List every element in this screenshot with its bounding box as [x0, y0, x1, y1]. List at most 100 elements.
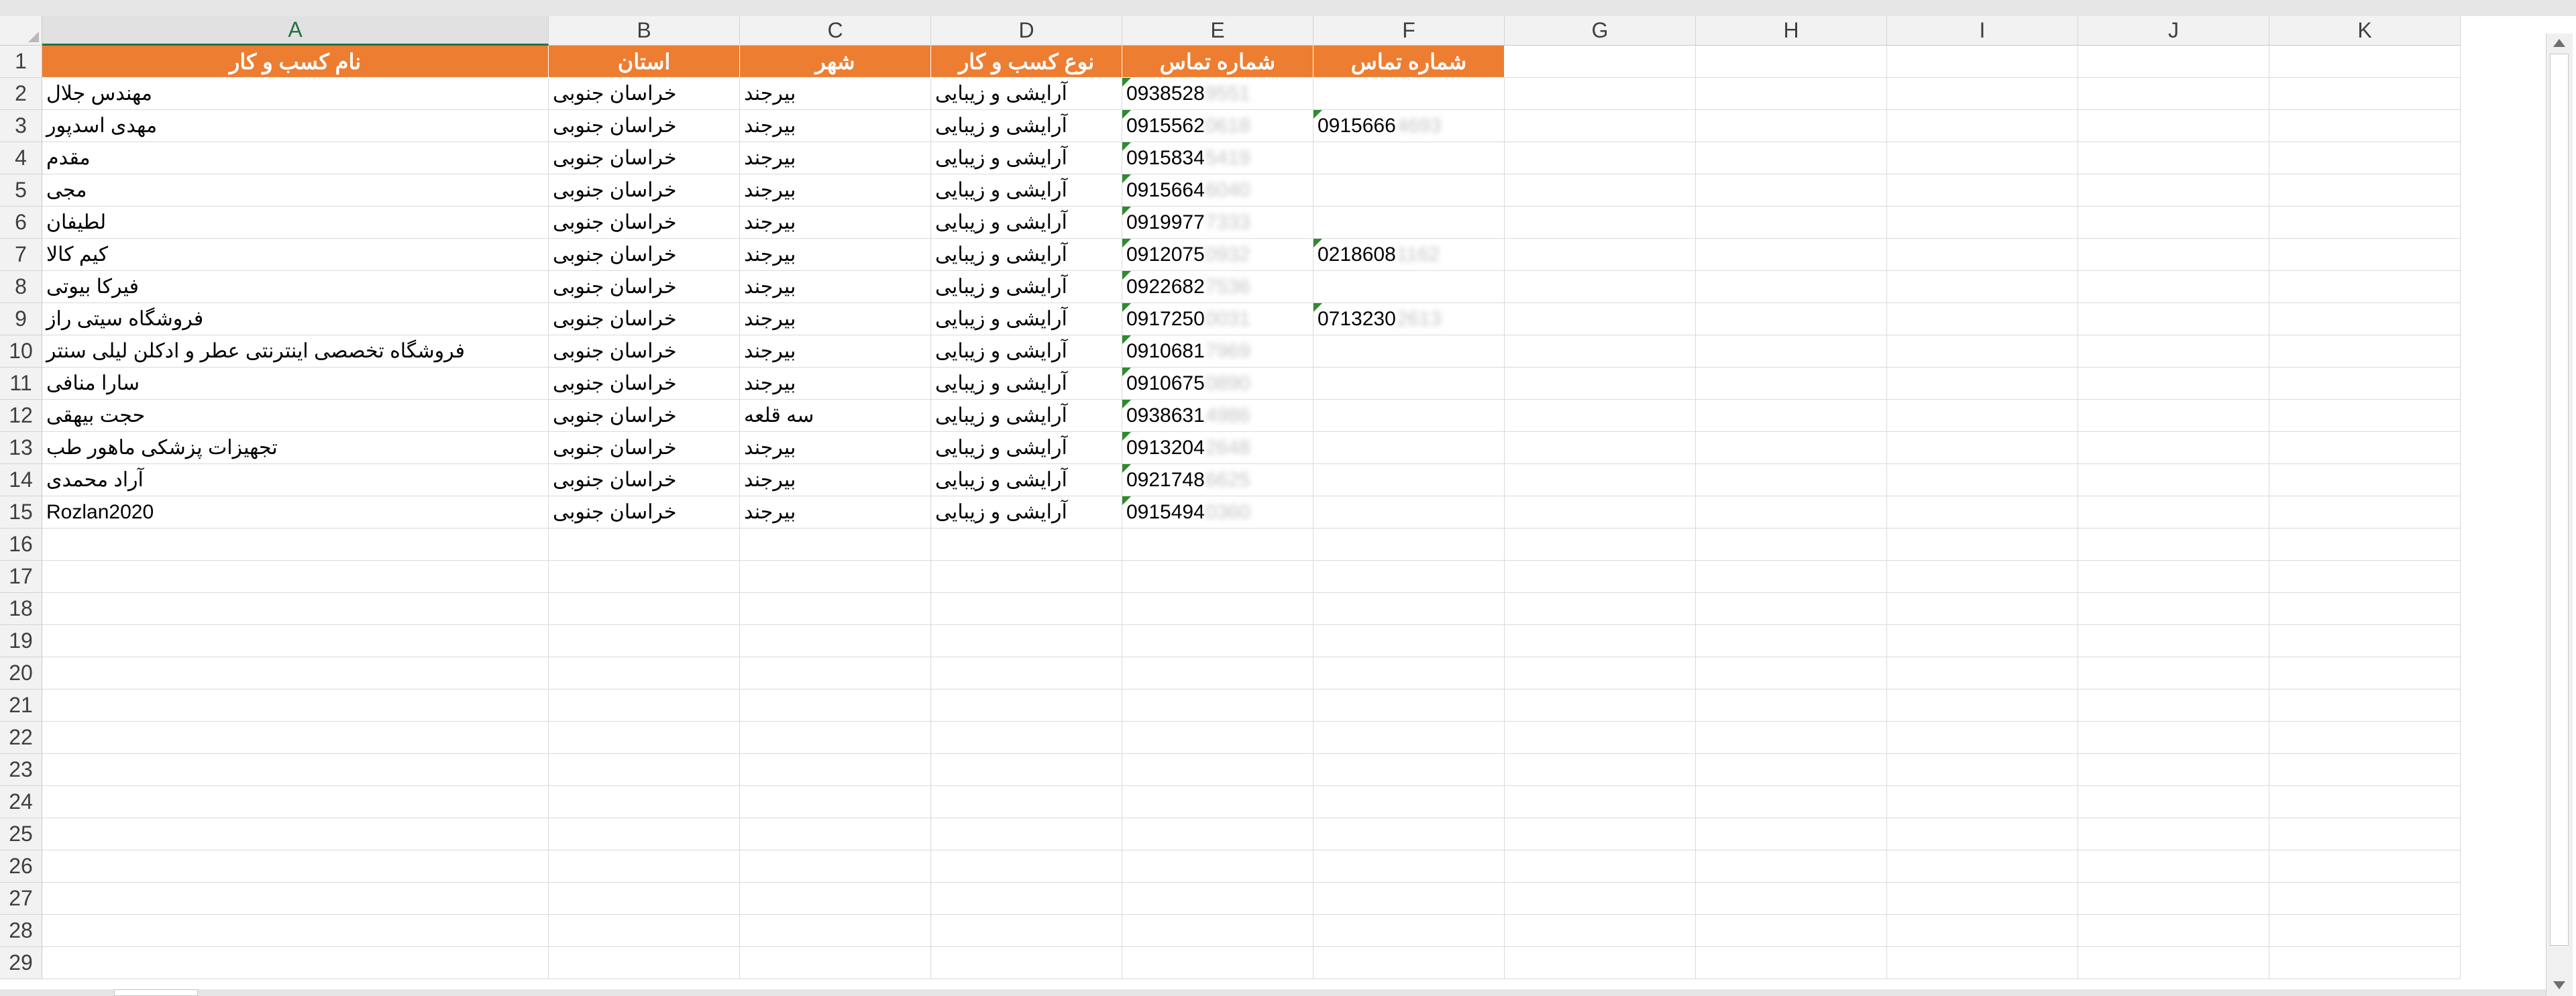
- cell-d2[interactable]: آرایشی و زیبایی: [931, 78, 1122, 110]
- cell-d15[interactable]: آرایشی و زیبایی: [931, 496, 1122, 529]
- cell-b2[interactable]: خراسان جنوبی: [549, 78, 740, 110]
- cell-j18[interactable]: [2078, 593, 2269, 625]
- row-header-15[interactable]: 15: [0, 496, 42, 529]
- cell-b23[interactable]: [549, 754, 740, 786]
- cell-b20[interactable]: [549, 657, 740, 689]
- cell-d14[interactable]: آرایشی و زیبایی: [931, 464, 1122, 496]
- cell-j27[interactable]: [2078, 883, 2269, 915]
- cell-j19[interactable]: [2078, 625, 2269, 657]
- cell-i6[interactable]: [1887, 207, 2078, 239]
- cell-f12[interactable]: [1313, 400, 1505, 432]
- cell-b5[interactable]: خراسان جنوبی: [549, 174, 740, 207]
- cell-g18[interactable]: [1505, 593, 1696, 625]
- cell-j23[interactable]: [2078, 754, 2269, 786]
- cell-e3[interactable]: 0915562 0618: [1122, 110, 1313, 142]
- cell-f11[interactable]: [1313, 368, 1505, 400]
- cell-d23[interactable]: [931, 754, 1122, 786]
- cell-c4[interactable]: بیرجند: [740, 142, 931, 174]
- cell-a2[interactable]: مهندس جلال: [42, 78, 549, 110]
- cell-i29[interactable]: [1887, 947, 2078, 979]
- cell-k5[interactable]: [2269, 174, 2461, 207]
- cell-c20[interactable]: [740, 657, 931, 689]
- cell-i26[interactable]: [1887, 850, 2078, 883]
- select-all-button[interactable]: [0, 16, 42, 46]
- row-header-8[interactable]: 8: [0, 271, 42, 303]
- cell-i5[interactable]: [1887, 174, 2078, 207]
- horizontal-scrollbar[interactable]: [0, 989, 2546, 996]
- cell-i4[interactable]: [1887, 142, 2078, 174]
- row-header-22[interactable]: 22: [0, 722, 42, 754]
- cell-i3[interactable]: [1887, 110, 2078, 142]
- cell-i16[interactable]: [1887, 529, 2078, 561]
- cell-f7[interactable]: 0218608 1162: [1313, 239, 1505, 271]
- cell-h19[interactable]: [1696, 625, 1887, 657]
- cell-g29[interactable]: [1505, 947, 1696, 979]
- column-header-j[interactable]: J: [2078, 16, 2269, 46]
- cell-j16[interactable]: [2078, 529, 2269, 561]
- cell-g4[interactable]: [1505, 142, 1696, 174]
- cell-b7[interactable]: خراسان جنوبی: [549, 239, 740, 271]
- cell-b8[interactable]: خراسان جنوبی: [549, 271, 740, 303]
- cell-k20[interactable]: [2269, 657, 2461, 689]
- cell-b29[interactable]: [549, 947, 740, 979]
- cell-d4[interactable]: آرایشی و زیبایی: [931, 142, 1122, 174]
- row-header-11[interactable]: 11: [0, 368, 42, 400]
- cell-i17[interactable]: [1887, 561, 2078, 593]
- cell-c2[interactable]: بیرجند: [740, 78, 931, 110]
- cell-c29[interactable]: [740, 947, 931, 979]
- scroll-down-icon[interactable]: [2553, 981, 2565, 989]
- cell-g17[interactable]: [1505, 561, 1696, 593]
- cell-e29[interactable]: [1122, 947, 1313, 979]
- cell-h18[interactable]: [1696, 593, 1887, 625]
- cell-i13[interactable]: [1887, 432, 2078, 464]
- cell-k29[interactable]: [2269, 947, 2461, 979]
- cell-b21[interactable]: [549, 689, 740, 722]
- cell-f13[interactable]: [1313, 432, 1505, 464]
- cell-i9[interactable]: [1887, 303, 2078, 335]
- cell-d26[interactable]: [931, 850, 1122, 883]
- cell-h27[interactable]: [1696, 883, 1887, 915]
- cell-h28[interactable]: [1696, 915, 1887, 947]
- cell-a26[interactable]: [42, 850, 549, 883]
- scroll-up-icon[interactable]: [2553, 39, 2565, 47]
- cell-e20[interactable]: [1122, 657, 1313, 689]
- cell-k12[interactable]: [2269, 400, 2461, 432]
- cell-i7[interactable]: [1887, 239, 2078, 271]
- cell-k3[interactable]: [2269, 110, 2461, 142]
- cell-h12[interactable]: [1696, 400, 1887, 432]
- cell-c23[interactable]: [740, 754, 931, 786]
- cell-j5[interactable]: [2078, 174, 2269, 207]
- column-header-a[interactable]: A: [42, 16, 549, 46]
- cell-g20[interactable]: [1505, 657, 1696, 689]
- cell-j8[interactable]: [2078, 271, 2269, 303]
- cell-c26[interactable]: [740, 850, 931, 883]
- cell-j3[interactable]: [2078, 110, 2269, 142]
- header-cell-b[interactable]: استان: [549, 46, 740, 78]
- row-header-23[interactable]: 23: [0, 754, 42, 786]
- cell-j25[interactable]: [2078, 818, 2269, 850]
- cell-d22[interactable]: [931, 722, 1122, 754]
- cell-b16[interactable]: [549, 529, 740, 561]
- cell-g22[interactable]: [1505, 722, 1696, 754]
- cell-j26[interactable]: [2078, 850, 2269, 883]
- cell-j10[interactable]: [2078, 335, 2269, 368]
- cell-e22[interactable]: [1122, 722, 1313, 754]
- cell-e5[interactable]: 0915664 6040: [1122, 174, 1313, 207]
- row-header-25[interactable]: 25: [0, 818, 42, 850]
- cell-a21[interactable]: [42, 689, 549, 722]
- cell-f27[interactable]: [1313, 883, 1505, 915]
- cell-d13[interactable]: آرایشی و زیبایی: [931, 432, 1122, 464]
- cell-d28[interactable]: [931, 915, 1122, 947]
- cell-g21[interactable]: [1505, 689, 1696, 722]
- cell-a15[interactable]: Rozlan2020: [42, 496, 549, 529]
- cell-k9[interactable]: [2269, 303, 2461, 335]
- cell-f8[interactable]: [1313, 271, 1505, 303]
- cell-g5[interactable]: [1505, 174, 1696, 207]
- cell-g9[interactable]: [1505, 303, 1696, 335]
- cell-f9[interactable]: 0713230 2613: [1313, 303, 1505, 335]
- cell-a13[interactable]: تجهیزات پزشکی ماهور طب: [42, 432, 549, 464]
- cell-d25[interactable]: [931, 818, 1122, 850]
- cell-h23[interactable]: [1696, 754, 1887, 786]
- cell-j20[interactable]: [2078, 657, 2269, 689]
- cell-d9[interactable]: آرایشی و زیبایی: [931, 303, 1122, 335]
